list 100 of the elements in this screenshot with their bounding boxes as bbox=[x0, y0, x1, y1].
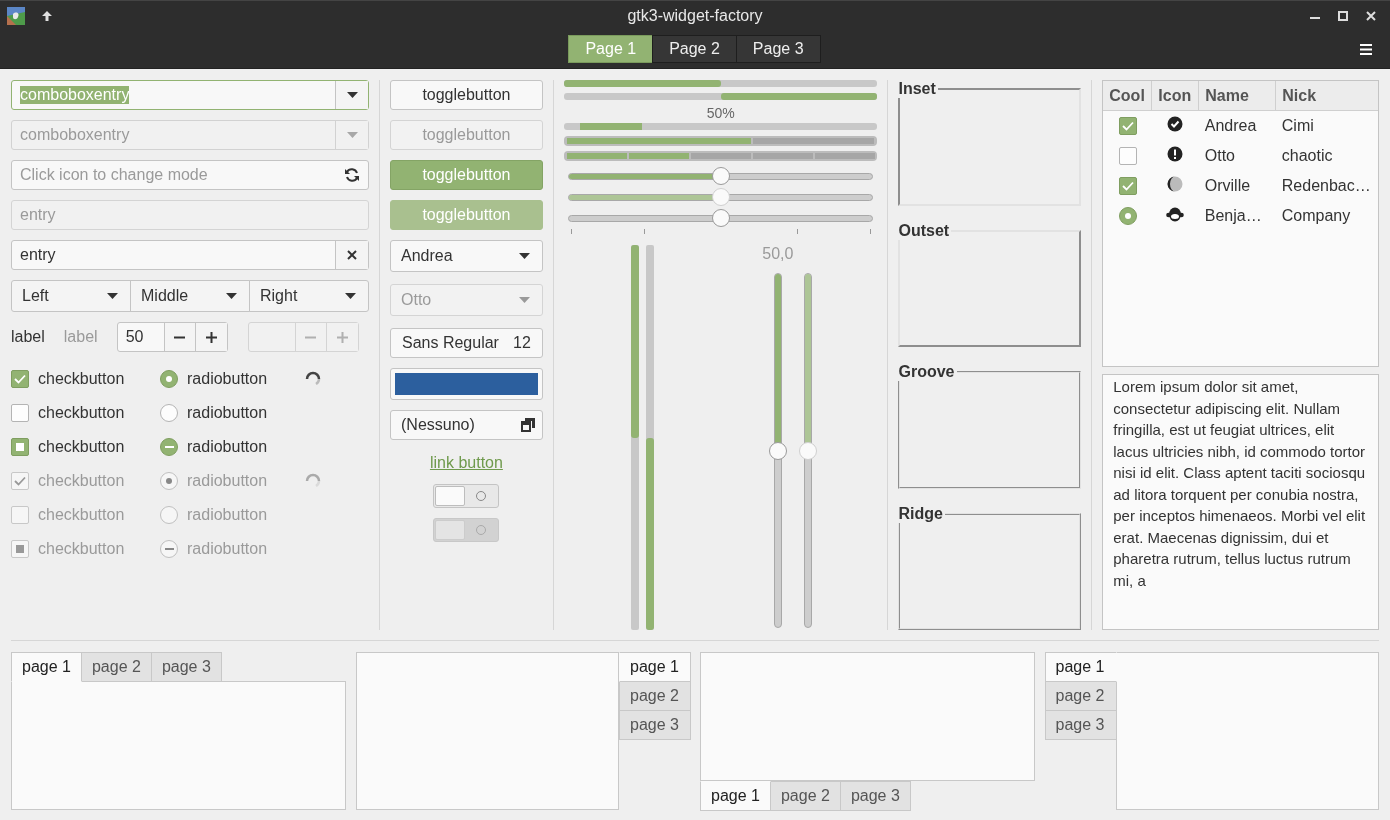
plus-icon bbox=[205, 331, 217, 343]
combo-box[interactable]: Right bbox=[249, 280, 369, 312]
checkbox-label: checkbutton bbox=[38, 540, 125, 558]
notebook-tab[interactable]: page 1 bbox=[1044, 652, 1117, 682]
caret-icon bbox=[346, 92, 358, 98]
frame-label: Inset bbox=[898, 80, 937, 98]
slider-handle[interactable] bbox=[711, 209, 730, 227]
scale-mark bbox=[570, 229, 572, 234]
radio-label: radiobutton bbox=[187, 506, 268, 524]
up-arrow-icon[interactable] bbox=[41, 9, 53, 22]
file-chooser-button[interactable]: (Nessuno) bbox=[390, 410, 543, 440]
stack-tab[interactable]: Page 3 bbox=[735, 35, 821, 63]
column-header[interactable]: Name bbox=[1198, 81, 1276, 111]
notebook-tab[interactable]: page 2 bbox=[619, 681, 691, 711]
half-moon-icon bbox=[1167, 176, 1184, 192]
dropdown-button[interactable] bbox=[335, 81, 368, 109]
menu-icon[interactable] bbox=[1360, 43, 1372, 55]
combo-box[interactable]: Left bbox=[11, 280, 131, 312]
radio-button[interactable] bbox=[160, 404, 178, 422]
slider[interactable] bbox=[567, 166, 874, 187]
column-header[interactable]: Cool bbox=[1103, 81, 1152, 111]
notebook-tab[interactable]: page 1 bbox=[700, 781, 771, 811]
caret-icon bbox=[107, 293, 118, 299]
slider[interactable] bbox=[767, 273, 788, 628]
switch[interactable] bbox=[433, 484, 500, 508]
checkbox[interactable] bbox=[1118, 147, 1137, 165]
head-icon bbox=[1166, 206, 1185, 222]
notebook-tab[interactable]: page 1 bbox=[11, 652, 82, 682]
refresh-icon[interactable] bbox=[344, 167, 360, 183]
checkbox-label: checkbutton bbox=[38, 370, 125, 388]
close-icon[interactable] bbox=[1366, 10, 1376, 21]
scale-mark bbox=[644, 229, 646, 234]
radio-label: radiobutton bbox=[187, 370, 268, 388]
check-circle-icon bbox=[1167, 116, 1184, 132]
app-icon bbox=[7, 6, 25, 25]
checkbox[interactable] bbox=[11, 438, 29, 456]
combo-box[interactable]: Middle bbox=[130, 280, 250, 312]
radio-label: radiobutton bbox=[187, 438, 268, 456]
radio-label: radiobutton bbox=[187, 472, 268, 490]
caret-icon bbox=[345, 293, 356, 299]
caret-icon bbox=[518, 253, 530, 259]
table-cell: Benja… bbox=[1204, 207, 1262, 224]
check-icon bbox=[1121, 121, 1134, 131]
font-size: 12 bbox=[513, 334, 531, 352]
radio-button[interactable] bbox=[1118, 207, 1137, 225]
table-cell: Andrea bbox=[1204, 117, 1257, 134]
text-view[interactable]: Lorem ipsum dolor sit amet, consectetur adipiscing elit. Nullam fringilla, est ut feugiat ultrices, elit lacus ultricies nibh, id commodo tortor nisi id elit. Class aptent taciti sociosqu ad litora torquent per conubia nostra, per inceptos himenaeos. Morbi vel elit erat. Maecenas dignissim, dui et pharetra rutrum, tellus luctus rutrum mi, a bbox=[1102, 374, 1379, 630]
checkbox[interactable] bbox=[11, 404, 29, 422]
checkbox-label: checkbutton bbox=[38, 438, 125, 456]
scale-mark bbox=[797, 229, 799, 234]
radio-label: radiobutton bbox=[187, 540, 268, 558]
increment-button[interactable] bbox=[195, 323, 227, 351]
table-cell: Cimi bbox=[1281, 117, 1314, 134]
progress-text: 50% bbox=[705, 105, 736, 121]
notebook-tab[interactable]: page 2 bbox=[80, 652, 152, 682]
checkbox-label: checkbutton bbox=[38, 506, 125, 524]
slider-handle[interactable] bbox=[768, 441, 787, 460]
stack-tab[interactable]: Page 2 bbox=[652, 35, 737, 63]
notebook-tab[interactable]: page 3 bbox=[839, 781, 911, 811]
column-header[interactable]: Nick bbox=[1275, 81, 1378, 111]
notebook-tab[interactable]: page 3 bbox=[1044, 710, 1117, 740]
notebook-tab[interactable]: page 3 bbox=[619, 710, 691, 740]
checkbox[interactable] bbox=[1118, 117, 1137, 135]
label: label bbox=[63, 328, 98, 346]
scale-mark bbox=[870, 229, 872, 234]
label: label bbox=[11, 328, 45, 346]
check-icon bbox=[14, 374, 26, 384]
table-cell: Company bbox=[1281, 207, 1351, 224]
frame-label: Outset bbox=[898, 221, 951, 240]
toggle-button[interactable]: togglebutton bbox=[390, 80, 543, 110]
caret-icon bbox=[346, 132, 358, 138]
spin-button[interactable]: 50 bbox=[116, 322, 228, 352]
plus-icon bbox=[336, 331, 348, 343]
slider[interactable] bbox=[567, 208, 874, 229]
frame-label: Groove bbox=[898, 363, 956, 381]
close-icon bbox=[347, 250, 357, 260]
checkbox[interactable] bbox=[1118, 177, 1137, 195]
caret-icon bbox=[226, 293, 237, 299]
text-entry[interactable]: entry bbox=[11, 240, 369, 270]
checkbox-label: checkbutton bbox=[38, 472, 125, 490]
table-cell: Orville bbox=[1204, 177, 1251, 194]
font-button[interactable]: Sans Regular 12 bbox=[390, 328, 543, 358]
file-icon bbox=[519, 417, 536, 433]
text-input[interactable]: entry bbox=[12, 241, 335, 269]
slider-handle[interactable] bbox=[711, 167, 730, 185]
combo-box[interactable]: Andrea bbox=[390, 240, 543, 272]
notebook-tab[interactable]: page 3 bbox=[150, 652, 222, 682]
table-cell: Redenbac… bbox=[1281, 177, 1371, 194]
notebook-tab[interactable]: page 1 bbox=[619, 652, 691, 682]
radio-button[interactable] bbox=[160, 438, 178, 456]
spin-input[interactable]: 50 bbox=[117, 323, 164, 351]
check-icon bbox=[14, 476, 26, 486]
radio-button[interactable] bbox=[160, 370, 178, 388]
slider-value: 50,0 bbox=[762, 245, 794, 262]
maximize-icon[interactable] bbox=[1338, 10, 1348, 21]
notebook-tab[interactable]: page 2 bbox=[769, 781, 841, 811]
checkbox[interactable] bbox=[11, 370, 29, 388]
clear-button[interactable] bbox=[335, 241, 368, 269]
column-header[interactable]: Icon bbox=[1151, 81, 1199, 111]
notebook-tab[interactable]: page 2 bbox=[1044, 681, 1117, 711]
